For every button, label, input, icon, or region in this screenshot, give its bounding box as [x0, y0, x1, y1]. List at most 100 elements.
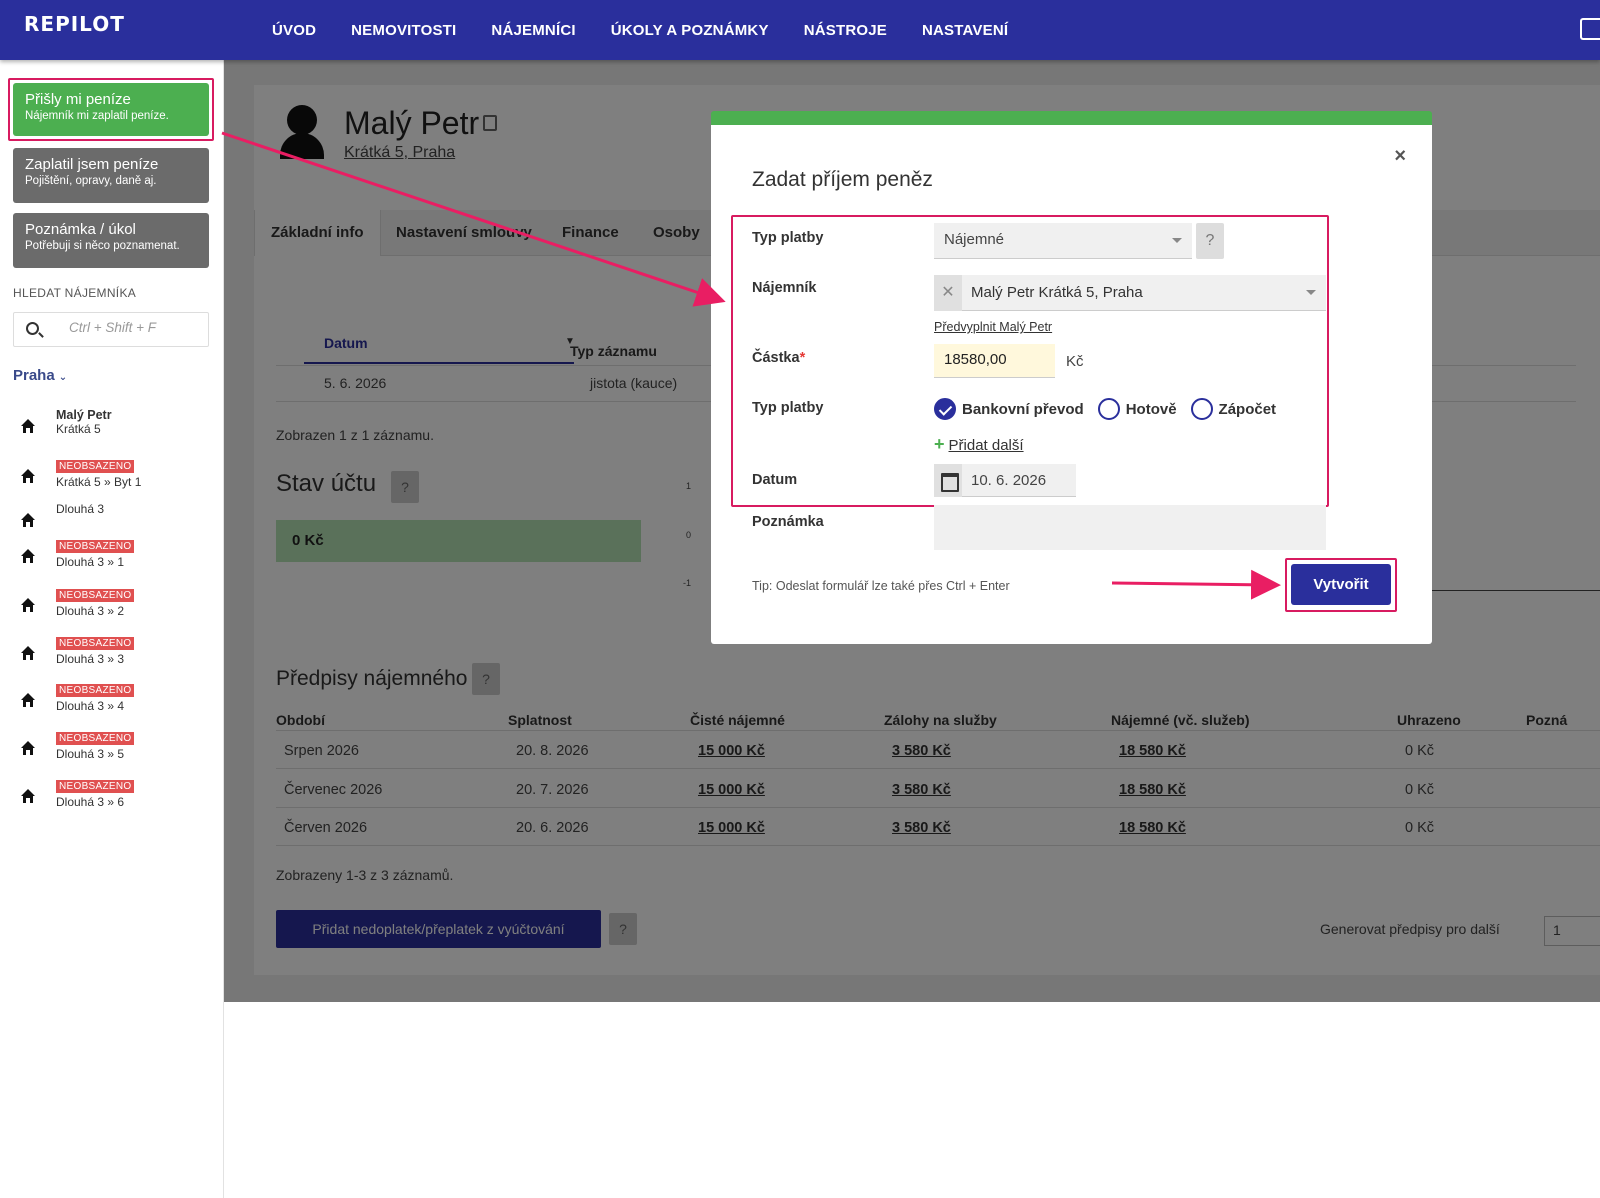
tenant-address: Krátká 5 » Byt 1: [56, 475, 142, 489]
radio-cash[interactable]: Hotově: [1097, 398, 1177, 420]
home-icon: [21, 469, 35, 483]
tenant-value: Malý Petr Krátká 5, Praha: [971, 284, 1143, 301]
tenant-address: Dlouhá 3 » 6: [56, 795, 125, 809]
chevron-down-icon: ⌄: [58, 372, 68, 383]
sidebar-tenant-item[interactable]: NEOBSAZENO Dlouhá 3 » 3: [13, 635, 213, 675]
calendar-icon[interactable]: [934, 464, 962, 497]
label-payment-method: Typ platby: [752, 400, 824, 416]
home-icon: [21, 513, 35, 527]
payment-method-group: Bankovní převod Hotově Zápočet: [934, 398, 1290, 420]
sidebar-tenant-item[interactable]: NEOBSAZENO Dlouhá 3 » 2: [13, 587, 213, 627]
tenant-select[interactable]: ✕ Malý Petr Krátká 5, Praha: [934, 275, 1326, 311]
radio-checked-icon: [934, 398, 956, 420]
home-icon: [21, 549, 35, 563]
radio-empty-icon: [1190, 398, 1213, 420]
note-task-button[interactable]: Poznámka / úkol Potřebuji si něco poznam…: [13, 213, 209, 268]
nav-uvod[interactable]: ÚVOD: [272, 22, 316, 39]
money-paid-subtitle: Pojištění, opravy, daně aj.: [25, 175, 157, 187]
search-icon: [26, 322, 39, 335]
city-label: Praha: [13, 367, 55, 384]
label-tenant: Nájemník: [752, 280, 817, 296]
note-task-subtitle: Potřebuji si něco poznamenat.: [25, 240, 180, 252]
sidebar-tenant-item[interactable]: Malý Petr Krátká 5: [13, 408, 213, 448]
main-nav: ÚVOD NEMOVITOSTI NÁJEMNÍCI ÚKOLY A POZNÁ…: [272, 0, 1043, 60]
income-modal: × Zadat příjem peněz Typ platby Nájemné …: [711, 111, 1432, 644]
tenant-search-box: [13, 312, 209, 347]
vacant-badge: NEOBSAZENO: [56, 732, 135, 745]
tenant-name: Malý Petr: [56, 408, 112, 422]
money-paid-button[interactable]: Zaplatil jsem peníze Pojištění, opravy, …: [13, 148, 209, 203]
required-mark: *: [799, 350, 806, 366]
nav-nastroje[interactable]: NÁSTROJE: [804, 22, 887, 39]
vacant-badge: NEOBSAZENO: [56, 460, 135, 473]
prefill-link[interactable]: Předvyplnit Malý Petr: [934, 320, 1052, 334]
vacant-badge: NEOBSAZENO: [56, 637, 135, 650]
tenant-address: Dlouhá 3 » 1: [56, 555, 125, 569]
home-icon: [21, 598, 35, 612]
radio-label: Zápočet: [1218, 400, 1277, 418]
home-icon: [21, 693, 35, 707]
payment-type-value: Nájemné: [944, 231, 1005, 248]
amount-input[interactable]: 18580,00: [934, 344, 1055, 378]
radio-offset[interactable]: Zápočet: [1190, 398, 1277, 420]
note-textarea[interactable]: [934, 505, 1326, 550]
search-label: HLEDAT NÁJEMNÍKA: [13, 286, 137, 300]
note-task-title: Poznámka / úkol: [25, 221, 136, 238]
vacant-badge: NEOBSAZENO: [56, 589, 135, 602]
money-received-subtitle: Nájemník mi zaplatil peníze.: [25, 110, 169, 122]
sidebar-tenant-item[interactable]: NEOBSAZENO Dlouhá 3 » 1: [13, 538, 213, 578]
vacant-badge: NEOBSAZENO: [56, 780, 135, 793]
top-navbar: REPILOT ÚVOD NEMOVITOSTI NÁJEMNÍCI ÚKOLY…: [0, 0, 1600, 60]
radio-label: Bankovní převod: [962, 400, 1084, 418]
payment-type-help-button[interactable]: ?: [1196, 223, 1224, 259]
city-filter[interactable]: Praha ⌄: [13, 367, 67, 384]
home-icon: [21, 789, 35, 803]
sidebar-tenant-item[interactable]: NEOBSAZENO Dlouhá 3 » 5: [13, 730, 213, 770]
nav-ukoly[interactable]: ÚKOLY A POZNÁMKY: [611, 22, 769, 39]
create-button[interactable]: Vytvořit: [1291, 564, 1391, 605]
money-received-title: Přišly mi peníze: [25, 91, 131, 108]
nav-nemovitosti[interactable]: NEMOVITOSTI: [351, 22, 456, 39]
home-icon: [21, 646, 35, 660]
app-logo[interactable]: REPILOT: [24, 12, 125, 36]
label-date: Datum: [752, 472, 798, 488]
tenant-address: Dlouhá 3 » 5: [56, 747, 125, 761]
date-input[interactable]: 10. 6. 2026: [934, 464, 1076, 497]
sidebar-tenant-item[interactable]: NEOBSAZENO Krátká 5 » Byt 1: [13, 458, 213, 498]
add-more-link[interactable]: + Přidat další: [934, 434, 1024, 455]
home-icon: [21, 419, 35, 433]
sidebar-tenant-item[interactable]: NEOBSAZENO Dlouhá 3 » 6: [13, 778, 213, 818]
sidebar-tenant-item[interactable]: Dlouhá 3: [13, 502, 213, 542]
tenant-search-input[interactable]: [69, 320, 199, 335]
label-note: Poznámka: [752, 514, 824, 530]
modal-title: Zadat příjem peněz: [752, 168, 933, 191]
home-icon: [21, 741, 35, 755]
dropdown-caret-icon: [1172, 238, 1182, 243]
label-amount: Částka*: [752, 350, 805, 366]
radio-label: Hotově: [1125, 400, 1177, 418]
tenant-address: Dlouhá 3 » 2: [56, 604, 125, 618]
sidebar-tenant-item[interactable]: NEOBSAZENO Dlouhá 3 » 4: [13, 682, 213, 722]
plus-icon: +: [934, 434, 945, 454]
money-received-button[interactable]: Přišly mi peníze Nájemník mi zaplatil pe…: [13, 83, 209, 136]
payment-type-select[interactable]: Nájemné: [934, 223, 1192, 259]
clear-icon[interactable]: ✕: [934, 275, 962, 311]
tenant-address: Dlouhá 3: [56, 502, 105, 516]
label-amount-text: Částka: [752, 350, 800, 366]
dropdown-caret-icon: [1306, 290, 1316, 295]
nav-najemnici[interactable]: NÁJEMNÍCI: [491, 22, 575, 39]
money-paid-title: Zaplatil jsem peníze: [25, 156, 159, 173]
vacant-badge: NEOBSAZENO: [56, 684, 135, 697]
close-icon[interactable]: ×: [1394, 145, 1406, 168]
radio-empty-icon: [1097, 398, 1120, 420]
currency-label: Kč: [1066, 353, 1084, 370]
submit-tip: Tip: Odeslat formulář lze také přes Ctrl…: [752, 579, 1010, 593]
sidebar: Přišly mi peníze Nájemník mi zaplatil pe…: [0, 60, 224, 1198]
vacant-badge: NEOBSAZENO: [56, 540, 135, 553]
label-payment-type: Typ platby: [752, 230, 824, 246]
radio-bank-transfer[interactable]: Bankovní převod: [934, 398, 1084, 420]
tenant-address: Krátká 5: [56, 422, 101, 436]
logout-icon[interactable]: [1580, 18, 1600, 40]
nav-nastaveni[interactable]: NASTAVENÍ: [922, 22, 1008, 39]
tenant-address: Dlouhá 3 » 4: [56, 699, 125, 713]
